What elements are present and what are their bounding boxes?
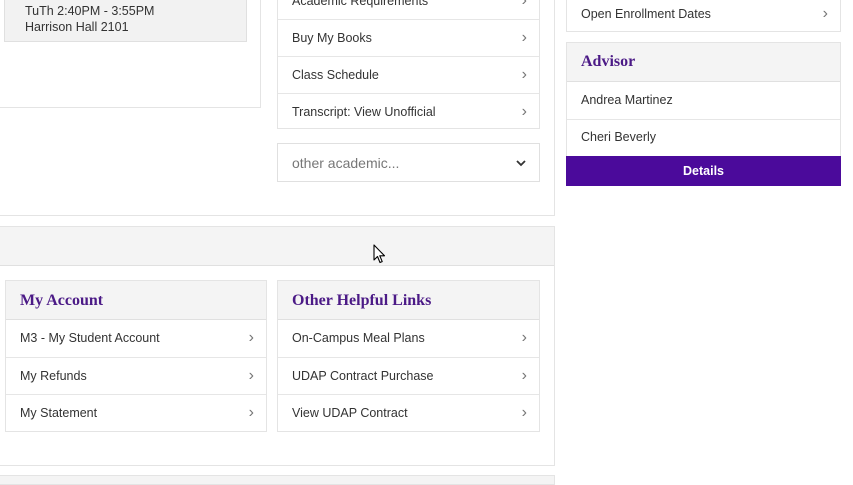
other-helpful-links-title: Other Helpful Links <box>278 281 539 320</box>
link-label: Class Schedule <box>292 68 379 82</box>
udap-contract-purchase-link[interactable]: UDAP Contract Purchase › <box>278 357 539 394</box>
link-label: My Refunds <box>20 369 87 383</box>
on-campus-meal-plans-link[interactable]: On-Campus Meal Plans › <box>278 320 539 357</box>
chevron-right-icon: › <box>521 329 527 346</box>
link-label: Open Enrollment Dates <box>581 7 711 21</box>
my-statement-link[interactable]: My Statement › <box>6 394 266 431</box>
other-helpful-links-card: Other Helpful Links On-Campus Meal Plans… <box>277 280 540 432</box>
advisor-title: Advisor <box>567 43 840 82</box>
class-schedule-card: TuTh 2:40PM - 3:55PM Harrison Hall 2101 <box>4 0 247 42</box>
divider <box>567 119 840 120</box>
chevron-right-icon: › <box>248 329 254 346</box>
class-schedule-link[interactable]: Class Schedule › <box>278 56 539 93</box>
advisor-name: Andrea Martinez <box>581 93 673 107</box>
link-label: On-Campus Meal Plans <box>292 331 425 345</box>
chevron-right-icon: › <box>521 66 527 83</box>
my-account-title: My Account <box>6 281 266 320</box>
my-account-card: My Account M3 - My Student Account › My … <box>5 280 267 432</box>
other-academic-value: other academic... <box>292 155 400 171</box>
section-header-bar <box>0 227 554 266</box>
link-label: Buy My Books <box>292 31 372 45</box>
chevron-right-icon: › <box>248 367 254 384</box>
chevron-right-icon: › <box>521 404 527 421</box>
m3-student-account-link[interactable]: M3 - My Student Account › <box>6 320 266 357</box>
academic-requirements-link[interactable]: Academic Requirements › <box>278 0 539 20</box>
link-label: M3 - My Student Account <box>20 331 160 345</box>
my-refunds-link[interactable]: My Refunds › <box>6 357 266 394</box>
chevron-down-icon <box>516 160 526 167</box>
link-label: View UDAP Contract <box>292 406 408 420</box>
link-label: Academic Requirements <box>292 0 429 8</box>
chevron-right-icon: › <box>521 0 527 9</box>
enrollment-panel: Open Enrollment Dates › <box>566 0 841 32</box>
chevron-right-icon: › <box>521 103 527 120</box>
chevron-right-icon: › <box>822 5 828 22</box>
advisor-name: Cheri Beverly <box>581 130 657 144</box>
transcript-link[interactable]: Transcript: View Unofficial › <box>278 93 539 130</box>
view-udap-contract-link[interactable]: View UDAP Contract › <box>278 394 539 431</box>
next-section <box>0 475 555 485</box>
advisor-details-button[interactable]: Details <box>566 156 841 186</box>
advisor-panel: Advisor Andrea Martinez Cheri Beverly De… <box>566 42 841 186</box>
chevron-right-icon: › <box>521 367 527 384</box>
open-enrollment-dates-link[interactable]: Open Enrollment Dates › <box>567 0 840 32</box>
chevron-right-icon: › <box>248 404 254 421</box>
mouse-cursor-icon <box>373 244 386 264</box>
link-label: Transcript: View Unofficial <box>292 105 436 119</box>
other-academic-select[interactable]: other academic... <box>277 143 540 182</box>
class-time: TuTh 2:40PM - 3:55PM <box>25 4 155 18</box>
link-label: UDAP Contract Purchase <box>292 369 434 383</box>
chevron-right-icon: › <box>521 29 527 46</box>
link-label: My Statement <box>20 406 98 420</box>
buy-my-books-link[interactable]: Buy My Books › <box>278 19 539 56</box>
academics-links-list: Academic Requirements › Buy My Books › C… <box>277 0 540 129</box>
class-location: Harrison Hall 2101 <box>25 20 129 34</box>
